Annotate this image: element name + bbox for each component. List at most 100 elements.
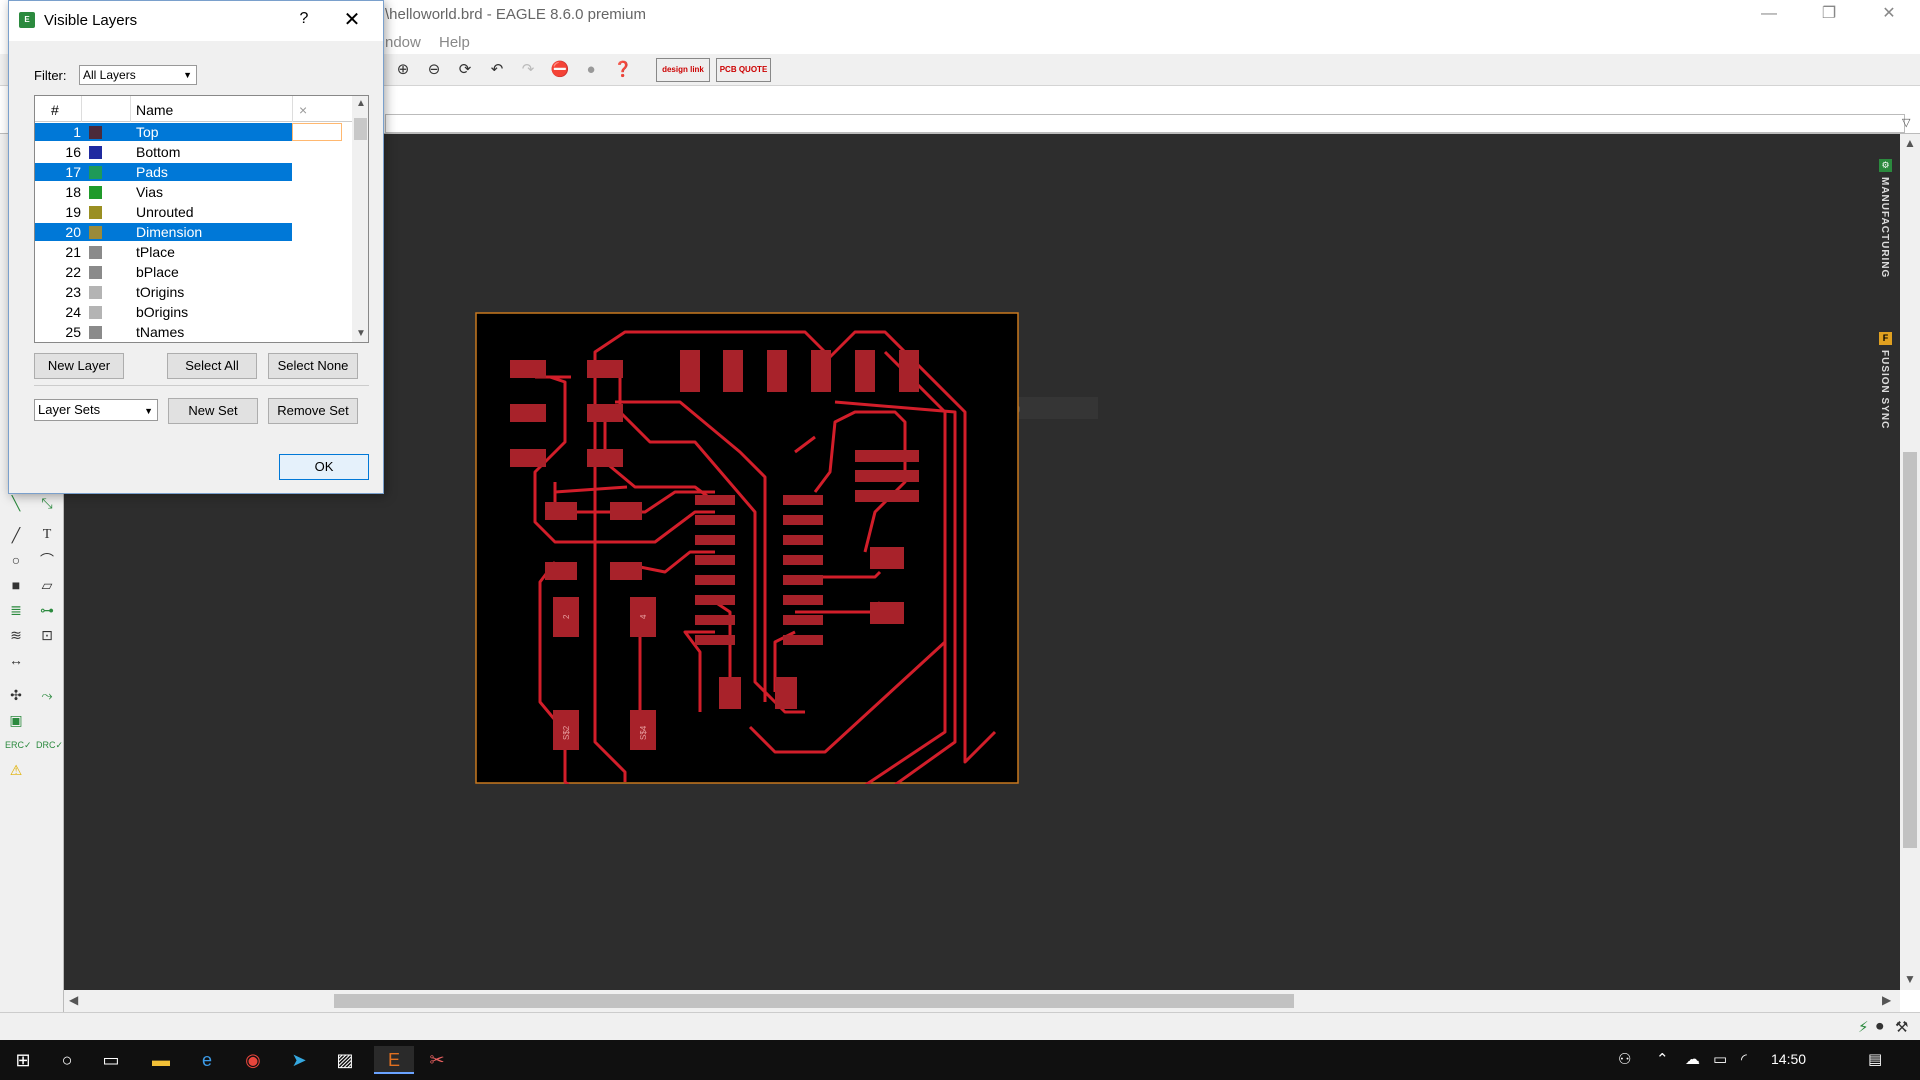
layer-color-swatch[interactable] bbox=[89, 306, 102, 319]
tool-status-icon[interactable]: ⚒ bbox=[1895, 1018, 1908, 1036]
telegram-icon[interactable]: ➤ bbox=[284, 1046, 314, 1074]
column-number[interactable]: # bbox=[51, 102, 59, 118]
menu-window[interactable]: ndow bbox=[385, 34, 421, 51]
layer-color-swatch[interactable] bbox=[89, 226, 102, 239]
ripup-icon[interactable]: ⤡ bbox=[36, 492, 58, 514]
layer-sets-select[interactable]: Layer Sets ▼ bbox=[34, 399, 158, 421]
layer-row-torigins[interactable]: 23 tOrigins bbox=[35, 283, 352, 303]
scroll-left-icon[interactable]: ◀ bbox=[69, 993, 78, 1007]
redo-icon[interactable]: ↷ bbox=[517, 59, 539, 81]
close-button[interactable]: ✕ bbox=[1860, 0, 1918, 30]
wifi-icon[interactable]: ◜ bbox=[1741, 1050, 1747, 1068]
layer-color-swatch[interactable] bbox=[89, 146, 102, 159]
snipping-tool-icon[interactable]: ✂ bbox=[422, 1046, 452, 1074]
layer-row-bplace[interactable]: 22 bPlace bbox=[35, 263, 352, 283]
onedrive-icon[interactable]: ☁ bbox=[1685, 1050, 1700, 1068]
pcb-board[interactable]: 2 4 S$2 S$4 bbox=[475, 312, 1019, 784]
stop-status-icon[interactable]: ⏺ bbox=[1876, 1018, 1884, 1035]
dialog-close-icon[interactable]: ✕ bbox=[334, 7, 370, 32]
zoom-in-icon[interactable]: ⊕ bbox=[392, 59, 414, 81]
column-name[interactable]: Name bbox=[136, 102, 173, 118]
scroll-up-icon[interactable]: ▲ bbox=[1904, 136, 1916, 150]
layer-color-swatch[interactable] bbox=[89, 206, 102, 219]
minimize-button[interactable]: — bbox=[1740, 0, 1798, 30]
dimension-icon[interactable]: ↔ bbox=[5, 649, 27, 671]
vertical-scroll-thumb[interactable] bbox=[1903, 452, 1917, 848]
dialog-help-button[interactable]: ? bbox=[289, 10, 319, 28]
layer-row-tnames[interactable]: 25 tNames bbox=[35, 323, 352, 342]
zoom-select-icon[interactable]: ⊖ bbox=[423, 59, 445, 81]
text-icon[interactable]: T bbox=[36, 524, 58, 546]
arc-icon[interactable]: ⌒ bbox=[36, 549, 58, 571]
chevron-up-icon[interactable]: ⌃ bbox=[1656, 1050, 1669, 1068]
optimize-icon[interactable]: ⤳ bbox=[36, 684, 58, 706]
new-layer-button[interactable]: New Layer bbox=[34, 353, 124, 379]
scroll-up-icon[interactable]: ▲ bbox=[356, 98, 366, 109]
photos-icon[interactable]: ▨ bbox=[330, 1046, 360, 1074]
layer-color-swatch[interactable] bbox=[89, 326, 102, 339]
circle-icon[interactable]: ○ bbox=[5, 549, 27, 571]
layer-row-vias[interactable]: 18 Vias bbox=[35, 183, 352, 203]
layer-color-swatch[interactable] bbox=[89, 126, 102, 139]
layer-list[interactable]: # Name × 1 Top 16 Bottom 17 Pads 18 Vias 19 Unrou… bbox=[34, 95, 369, 343]
erc-icon[interactable]: ERC✓ bbox=[5, 734, 32, 756]
horizontal-scrollbar[interactable]: ◀ ▶ bbox=[64, 990, 1900, 1012]
drc-icon[interactable]: DRC✓ bbox=[36, 734, 63, 756]
command-input[interactable] bbox=[385, 114, 1905, 133]
autorouter-icon[interactable]: ✣ bbox=[5, 684, 27, 706]
layer-color-swatch[interactable] bbox=[89, 186, 102, 199]
file-explorer-icon[interactable]: ▬ bbox=[146, 1046, 176, 1074]
filter-select[interactable]: All Layers ▼ bbox=[79, 65, 197, 85]
stop-icon[interactable]: ⛔ bbox=[549, 59, 571, 81]
battery-icon[interactable]: ▭ bbox=[1713, 1050, 1727, 1068]
polygon-icon[interactable]: ▱ bbox=[36, 574, 58, 596]
warning-icon[interactable]: ⚠ bbox=[5, 759, 27, 781]
layers-icon[interactable]: ≣ bbox=[5, 599, 27, 621]
layer-row-unrouted[interactable]: 19 Unrouted bbox=[35, 203, 352, 223]
help-icon[interactable]: ❓ bbox=[612, 59, 634, 81]
ok-button[interactable]: OK bbox=[279, 454, 369, 480]
task-view-icon[interactable]: ▭ bbox=[96, 1046, 126, 1074]
layer-color-swatch[interactable] bbox=[89, 286, 102, 299]
windows-start-icon[interactable]: ⊞ bbox=[8, 1046, 38, 1074]
go-icon[interactable]: ● bbox=[580, 59, 602, 81]
clock[interactable]: 14:50 bbox=[1771, 1051, 1806, 1067]
scroll-down-icon[interactable]: ▼ bbox=[1904, 972, 1916, 986]
manufacturing-tab[interactable]: ⚙ MANUFACTURING bbox=[1872, 159, 1900, 289]
people-icon[interactable]: ⚇ bbox=[1618, 1050, 1631, 1068]
scroll-right-icon[interactable]: ▶ bbox=[1882, 993, 1891, 1007]
hole-icon[interactable]: ⊡ bbox=[36, 624, 58, 646]
select-all-button[interactable]: Select All bbox=[167, 353, 257, 379]
search-icon[interactable]: ○ bbox=[52, 1046, 82, 1074]
chrome-icon[interactable]: ◉ bbox=[238, 1046, 268, 1074]
lightning-icon[interactable]: ⚡ bbox=[1858, 1018, 1869, 1036]
design-link-logo[interactable]: design link bbox=[656, 58, 710, 82]
route-icon[interactable]: ╲ bbox=[5, 492, 27, 514]
edge-icon[interactable]: e bbox=[192, 1046, 222, 1074]
horizontal-scroll-thumb[interactable] bbox=[334, 994, 1294, 1008]
new-set-button[interactable]: New Set bbox=[168, 398, 258, 424]
scroll-down-icon[interactable]: ▼ bbox=[356, 328, 366, 339]
menu-help[interactable]: Help bbox=[439, 34, 470, 51]
redraw-icon[interactable]: ⟳ bbox=[454, 59, 476, 81]
layer-row-borigins[interactable]: 24 bOrigins bbox=[35, 303, 352, 323]
ratsnest-icon[interactable]: ▣ bbox=[5, 709, 27, 731]
layer-row-bottom[interactable]: 16 Bottom bbox=[35, 143, 352, 163]
layer-list-scroll-thumb[interactable] bbox=[354, 118, 367, 140]
via-icon[interactable]: ≋ bbox=[5, 624, 27, 646]
layer-color-swatch[interactable] bbox=[89, 246, 102, 259]
rectangle-icon[interactable]: ■ bbox=[5, 574, 27, 596]
remove-set-button[interactable]: Remove Set bbox=[268, 398, 358, 424]
notifications-icon[interactable]: ▤ bbox=[1868, 1050, 1882, 1068]
layer-row-tplace[interactable]: 21 tPlace bbox=[35, 243, 352, 263]
layer-color-swatch[interactable] bbox=[89, 166, 102, 179]
eagle-taskbar-icon[interactable]: E bbox=[374, 1046, 414, 1074]
clear-column-icon[interactable]: × bbox=[299, 102, 307, 118]
layer-row-dimension[interactable]: 20 Dimension bbox=[35, 223, 352, 243]
layer-list-scrollbar[interactable]: ▲ ▼ bbox=[352, 96, 368, 342]
chevron-down-icon[interactable]: ▽ bbox=[1902, 116, 1910, 129]
signal-icon[interactable]: ⊶ bbox=[36, 599, 58, 621]
wire-icon[interactable]: ╱ bbox=[5, 524, 27, 546]
layer-row-pads[interactable]: 17 Pads bbox=[35, 163, 352, 183]
vertical-scrollbar[interactable]: ▲ ▼ bbox=[1900, 134, 1920, 990]
